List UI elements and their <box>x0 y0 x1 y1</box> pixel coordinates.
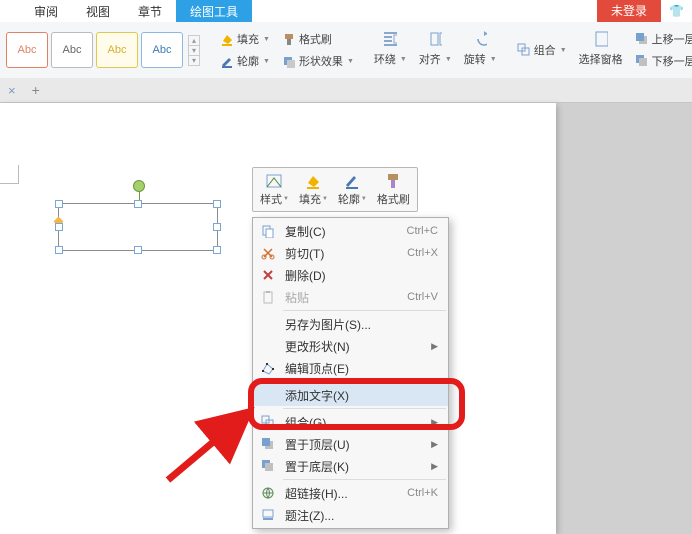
resize-handle-n[interactable] <box>134 200 142 208</box>
menu-delete[interactable]: 删除(D) <box>253 264 448 286</box>
resize-handle-nw[interactable] <box>55 200 63 208</box>
delete-icon <box>259 267 277 283</box>
skin-icon[interactable]: 👕 <box>661 1 692 21</box>
add-tab-button[interactable]: + <box>24 78 48 102</box>
context-menu: 复制(C)Ctrl+C 剪切(T)Ctrl+X 删除(D) 粘贴Ctrl+V 另… <box>252 217 449 529</box>
shape-effects-icon <box>282 54 296 68</box>
caption-icon <box>259 507 277 523</box>
resize-handle-se[interactable] <box>213 246 221 254</box>
gallery-scroll-down[interactable]: ▾ <box>188 46 200 56</box>
resize-handle-w[interactable] <box>55 223 63 231</box>
send-backward-icon <box>635 54 649 68</box>
margin-corner <box>0 165 19 184</box>
resize-handle-sw[interactable] <box>55 246 63 254</box>
paste-icon <box>259 289 277 305</box>
style-preset-1[interactable]: Abc <box>6 32 48 68</box>
outline-icon <box>343 172 361 190</box>
menu-group[interactable]: 组合(G)▶ <box>253 411 448 433</box>
align-button[interactable]: 对齐▼ <box>416 50 455 68</box>
ribbon-body: Abc Abc Abc Abc ▴ ▾ ▾ 填充▼ 轮廓▼ 格式刷 形状效果▼ … <box>0 22 692 79</box>
menu-bring-front[interactable]: 置于顶层(U)▶ <box>253 433 448 455</box>
wrap-icon[interactable] <box>383 32 397 46</box>
resize-handle-ne[interactable] <box>213 200 221 208</box>
tab-review[interactable]: 审阅 <box>20 0 72 23</box>
format-painter-icon <box>384 172 402 190</box>
align-icon[interactable] <box>428 32 442 46</box>
menu-caption[interactable]: 题注(Z)... <box>253 504 448 526</box>
resize-handle-s[interactable] <box>134 246 142 254</box>
mini-fill-button[interactable]: 填充▼ <box>294 170 333 209</box>
menu-paste: 粘贴Ctrl+V <box>253 286 448 308</box>
menu-save-as-image[interactable]: 另存为图片(S)... <box>253 313 448 335</box>
menu-hyperlink[interactable]: 超链接(H)...Ctrl+K <box>253 482 448 504</box>
fill-icon <box>304 172 322 190</box>
shape-effects-button[interactable]: 形状效果▼ <box>279 52 357 70</box>
bring-forward-button[interactable]: 上移一层▼ <box>632 30 692 48</box>
format-painter-button[interactable]: 格式刷 <box>279 30 357 48</box>
wrap-button[interactable]: 环绕▼ <box>371 50 410 68</box>
close-tab-button[interactable]: × <box>0 79 24 102</box>
mini-outline-button[interactable]: 轮廓▼ <box>333 170 372 209</box>
menu-copy[interactable]: 复制(C)Ctrl+C <box>253 220 448 242</box>
tab-chapter[interactable]: 章节 <box>124 0 176 23</box>
style-preset-4[interactable]: Abc <box>141 32 183 68</box>
fill-icon <box>220 32 234 46</box>
menu-send-back[interactable]: 置于底层(K)▶ <box>253 455 448 477</box>
send-back-icon <box>259 458 277 474</box>
resize-handle-e[interactable] <box>213 223 221 231</box>
style-icon <box>265 172 283 190</box>
mini-style-button[interactable]: 样式▼ <box>255 170 294 209</box>
group-icon <box>259 414 277 430</box>
select-pane-button[interactable]: 选择窗格 <box>576 50 626 68</box>
style-preset-2[interactable]: Abc <box>51 32 93 68</box>
bring-forward-icon <box>635 32 649 46</box>
edit-points-icon <box>259 360 277 376</box>
cut-icon <box>259 245 277 261</box>
header-right: 未登录 👕 <box>597 0 692 22</box>
mini-format-painter-button[interactable]: 格式刷 <box>372 170 415 209</box>
hyperlink-icon <box>259 485 277 501</box>
menu-change-shape[interactable]: 更改形状(N)▶ <box>253 335 448 357</box>
login-button[interactable]: 未登录 <box>597 0 661 22</box>
rotate-handle[interactable] <box>133 180 145 192</box>
ribbon-tabs: 审阅 视图 章节 绘图工具 <box>0 0 692 23</box>
rotate-icon[interactable] <box>473 32 487 46</box>
rotate-button[interactable]: 旋转▼ <box>461 50 500 68</box>
menu-edit-points[interactable]: 编辑顶点(E) <box>253 357 448 379</box>
outline-button[interactable]: 轮廓▼ <box>217 52 273 70</box>
copy-icon <box>259 223 277 239</box>
bring-front-icon <box>259 436 277 452</box>
send-backward-button[interactable]: 下移一层▼ <box>632 52 692 70</box>
tab-view[interactable]: 视图 <box>72 0 124 23</box>
group-button[interactable]: 组合▼ <box>514 41 570 59</box>
gallery-scroll-up[interactable]: ▴ <box>188 35 200 46</box>
format-painter-icon <box>282 32 296 46</box>
group-icon <box>517 43 531 57</box>
selected-shape[interactable] <box>58 203 218 251</box>
gallery-expand[interactable]: ▾ <box>188 56 200 66</box>
mini-toolbar: 样式▼ 填充▼ 轮廓▼ 格式刷 <box>252 167 418 212</box>
fill-button[interactable]: 填充▼ <box>217 30 273 48</box>
select-pane-icon[interactable] <box>594 32 608 46</box>
style-preset-3[interactable]: Abc <box>96 32 138 68</box>
menu-add-text[interactable]: 添加文字(X) <box>253 384 448 406</box>
menu-cut[interactable]: 剪切(T)Ctrl+X <box>253 242 448 264</box>
tab-drawing-tools[interactable]: 绘图工具 <box>176 0 252 23</box>
shape-style-gallery[interactable]: Abc Abc Abc Abc ▴ ▾ ▾ <box>0 22 206 78</box>
outline-icon <box>220 54 234 68</box>
document-tabs: × + <box>0 78 692 103</box>
